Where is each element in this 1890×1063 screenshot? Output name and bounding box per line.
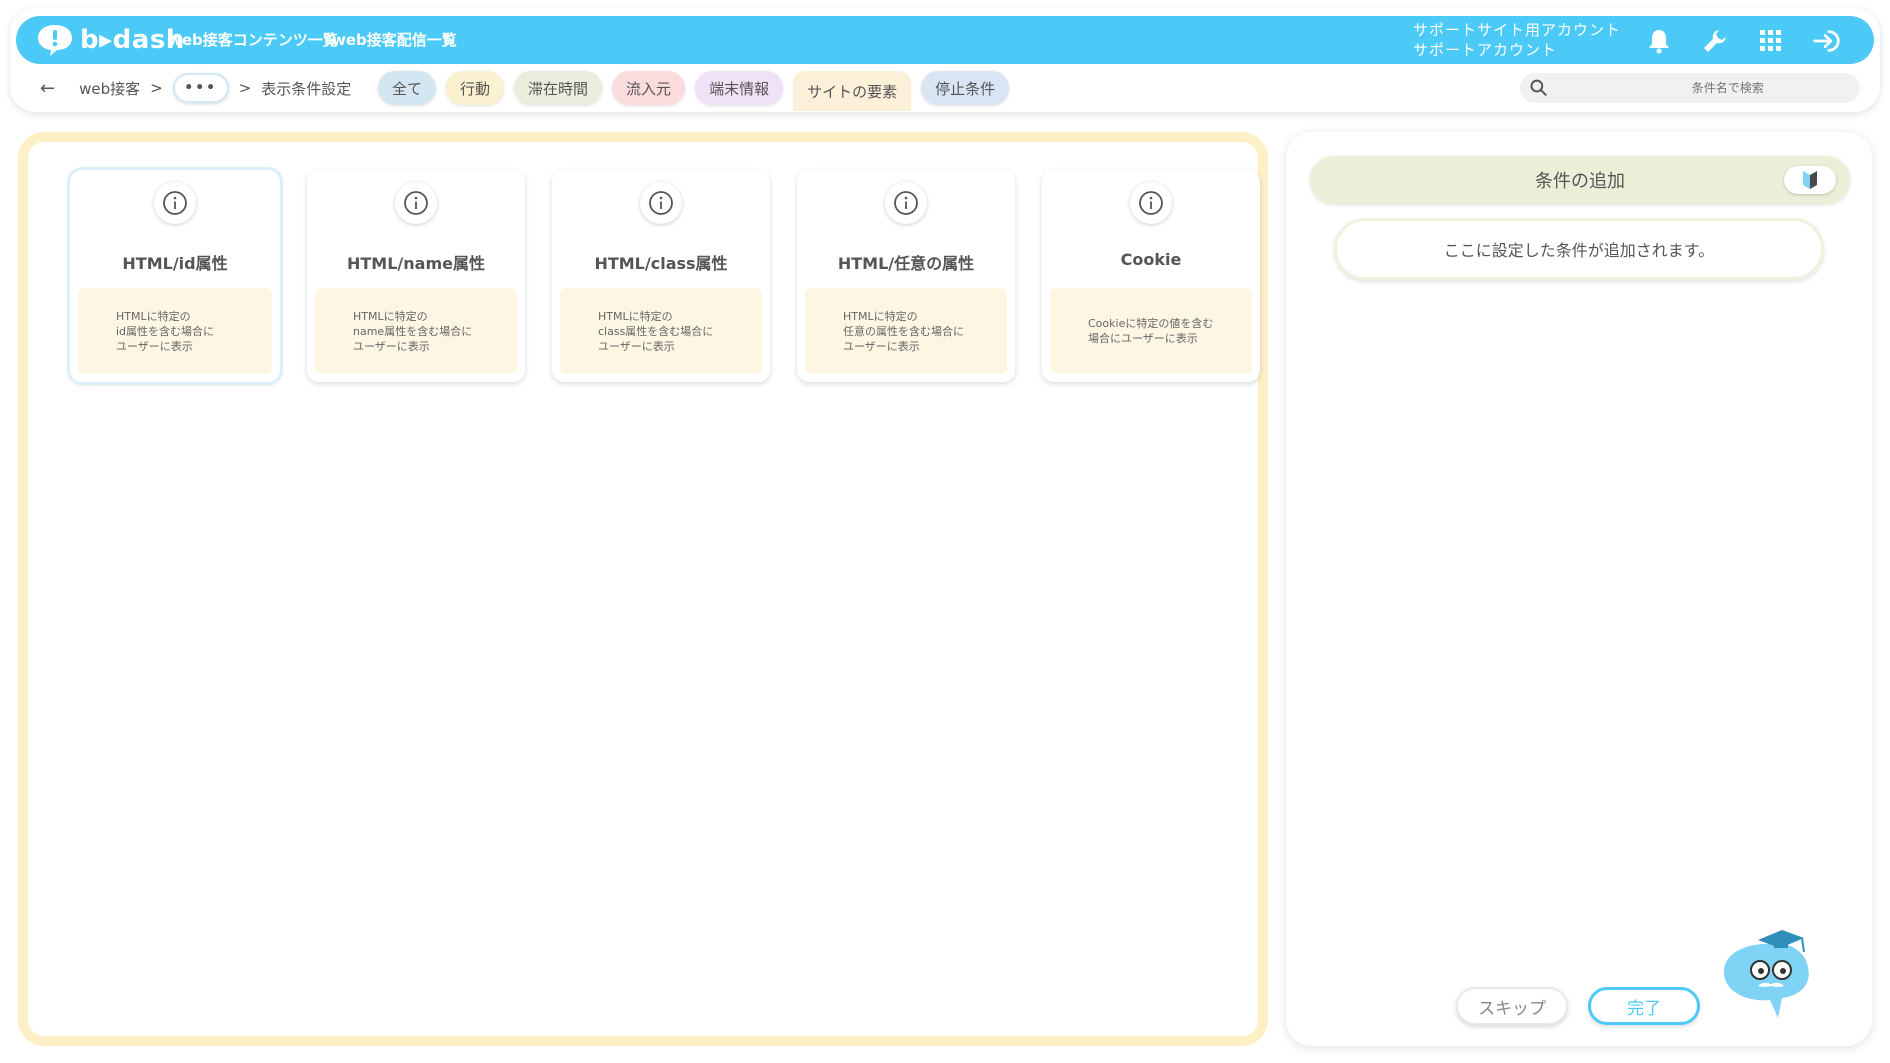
search-input[interactable]: [1595, 81, 1860, 95]
card-description: HTMLに特定の id属性を含む場合に ユーザーに表示: [78, 288, 272, 374]
tab-stay-time[interactable]: 滞在時間: [514, 71, 603, 105]
tab-stop-conditions[interactable]: 停止条件: [921, 71, 1010, 105]
grid-icon[interactable]: [1756, 26, 1786, 56]
info-icon[interactable]: [1130, 182, 1172, 224]
tab-action[interactable]: 行動: [446, 71, 505, 105]
nav-web-content-list[interactable]: web接客コンテンツ一覧: [168, 29, 338, 50]
beginner-mark-icon: [1803, 171, 1817, 189]
condition-card-html-class[interactable]: HTML/class属性 HTMLに特定の class属性を含む場合に ユーザー…: [552, 170, 770, 382]
info-icon[interactable]: [885, 182, 927, 224]
card-description: Cookieに特定の値を含む 場合にユーザーに表示: [1050, 288, 1252, 374]
condition-drop-area[interactable]: ここに設定した条件が追加されます。: [1334, 218, 1824, 280]
category-tabs: 全て 行動 滞在時間 流入元 端末情報 サイトの要素 停止条件: [378, 71, 1019, 111]
breadcrumb-current: 表示条件設定: [261, 79, 352, 98]
speech-bubble-logo-icon: [38, 25, 72, 56]
condition-card-html-id[interactable]: HTML/id属性 HTMLに特定の id属性を含む場合に ユーザーに表示: [70, 170, 280, 382]
add-condition-title: 条件の追加: [1535, 171, 1625, 192]
add-condition-header: 条件の追加: [1310, 156, 1850, 204]
bell-icon[interactable]: [1644, 26, 1674, 56]
added-conditions-panel: 条件の追加 ここに設定した条件が追加されます。 スキップ 完了: [1286, 132, 1872, 1046]
tab-device-info[interactable]: 端末情報: [695, 71, 784, 105]
bdash-logo[interactable]: b▸dash: [36, 20, 185, 60]
condition-cards: HTML/id属性 HTMLに特定の id属性を含む場合に ユーザーに表示 HT…: [70, 170, 1287, 382]
card-title: HTML/class属性: [594, 254, 728, 273]
card-title: HTML/id属性: [122, 254, 228, 273]
breadcrumb-separator: >: [238, 79, 252, 97]
info-icon[interactable]: [154, 182, 196, 224]
done-button[interactable]: 完了: [1588, 987, 1700, 1025]
tab-referrer[interactable]: 流入元: [612, 71, 686, 105]
nav-web-delivery-list[interactable]: web接客配信一覧: [332, 29, 457, 50]
breadcrumb-more-button[interactable]: •••: [172, 73, 229, 103]
card-description: HTMLに特定の name属性を含む場合に ユーザーに表示: [315, 288, 517, 374]
breadcrumb-separator: >: [150, 79, 163, 97]
top-nav-bar: b▸dash web接客コンテンツ一覧 web接客配信一覧 サポートサイト用アカ…: [16, 16, 1874, 64]
breadcrumb-web-service[interactable]: web接客: [79, 78, 140, 99]
mascot-character-icon[interactable]: [1716, 922, 1816, 1022]
tab-site-elements[interactable]: サイトの要素: [793, 71, 912, 111]
condition-catalog-panel: HTML/id属性 HTMLに特定の id属性を含む場合に ユーザーに表示 HT…: [18, 132, 1268, 1046]
condition-card-html-name[interactable]: HTML/name属性 HTMLに特定の name属性を含む場合に ユーザーに表…: [307, 170, 525, 382]
card-title: HTML/name属性: [347, 254, 485, 273]
wrench-icon[interactable]: [1700, 26, 1730, 56]
account-info[interactable]: サポートサイト用アカウント サポートアカウント: [1413, 20, 1621, 60]
condition-card-cookie[interactable]: Cookie Cookieに特定の値を含む 場合にユーザーに表示: [1042, 170, 1260, 382]
beginner-mark-toggle[interactable]: [1784, 166, 1836, 194]
account-site-name: サポートサイト用アカウント: [1413, 21, 1622, 39]
card-title: Cookie: [1120, 250, 1182, 269]
back-arrow-icon[interactable]: ←: [40, 78, 55, 99]
skip-button[interactable]: スキップ: [1456, 987, 1568, 1025]
search-icon: [1530, 79, 1547, 96]
card-title: HTML/任意の属性: [837, 254, 975, 273]
account-user-name: サポートアカウント: [1413, 41, 1558, 59]
info-icon[interactable]: [640, 182, 682, 224]
breadcrumb: ← web接客 > ••• > 表示条件設定: [40, 73, 351, 103]
search-box: [1520, 73, 1860, 103]
card-description: HTMLに特定の class属性を含む場合に ユーザーに表示: [560, 288, 762, 374]
logout-icon[interactable]: [1812, 26, 1842, 56]
condition-card-html-any-attribute[interactable]: HTML/任意の属性 HTMLに特定の 任意の属性を含む場合に ユーザーに表示: [797, 170, 1015, 382]
info-icon[interactable]: [395, 182, 437, 224]
card-description: HTMLに特定の 任意の属性を含む場合に ユーザーに表示: [805, 288, 1007, 374]
tab-all[interactable]: 全て: [378, 71, 437, 105]
